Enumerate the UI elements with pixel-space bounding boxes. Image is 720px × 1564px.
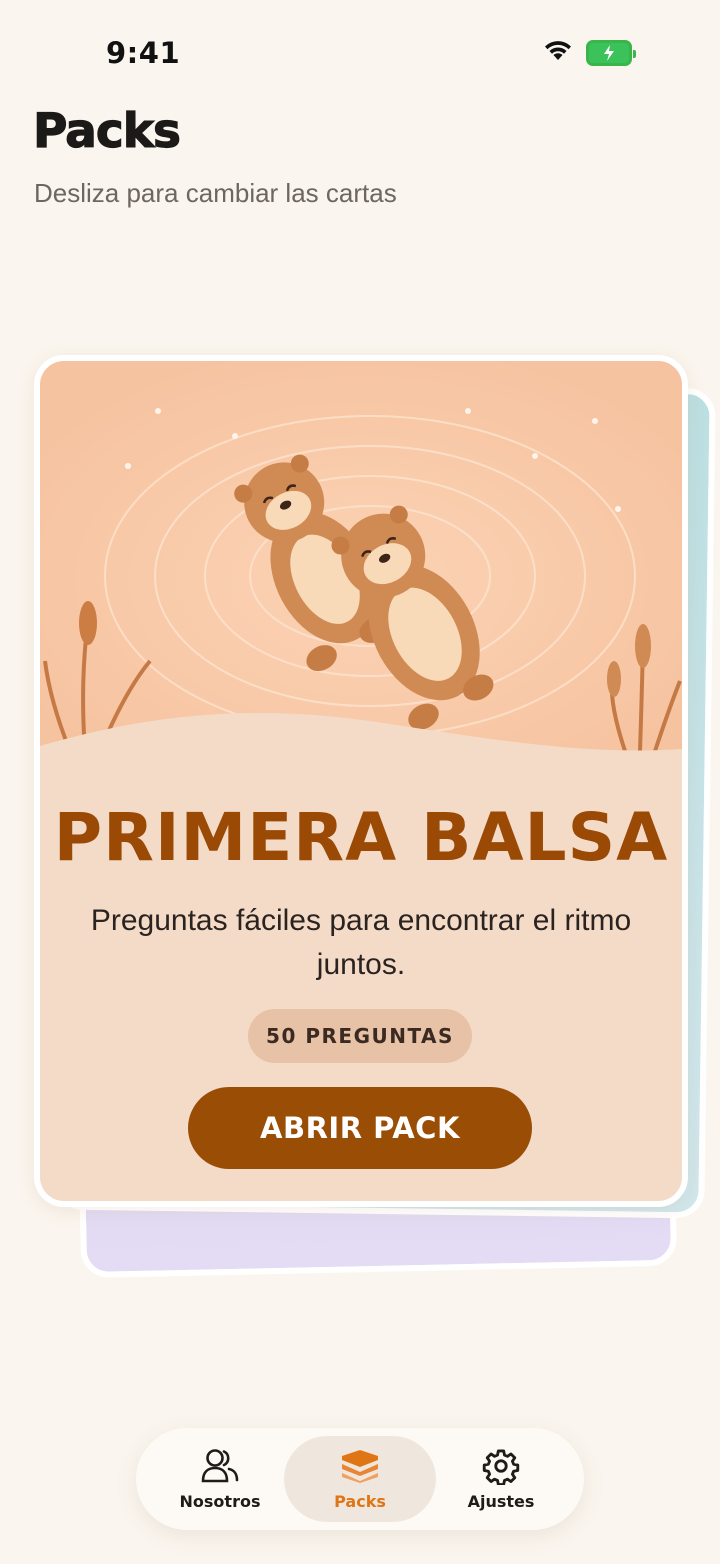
battery-charging-icon xyxy=(586,39,636,66)
open-pack-button[interactable]: ABRIR PACK xyxy=(188,1087,532,1169)
tab-bar: Nosotros Packs Ajustes xyxy=(136,1428,584,1530)
status-icons xyxy=(542,38,636,67)
gear-icon xyxy=(482,1446,520,1486)
pack-title: PRIMERA BALSA xyxy=(53,799,669,876)
tab-label: Nosotros xyxy=(179,1492,261,1511)
pack-card[interactable]: PRIMERA BALSA Preguntas fáciles para enc… xyxy=(34,355,688,1207)
two-otters-floating-icon xyxy=(40,361,682,761)
page-subtitle: Desliza para cambiar las cartas xyxy=(34,178,397,208)
tab-packs[interactable]: Packs xyxy=(284,1436,436,1522)
page-title: Packs xyxy=(32,103,181,159)
pack-description: Preguntas fáciles para encontrar el ritm… xyxy=(90,904,632,981)
status-time: 9:41 xyxy=(106,36,181,70)
question-count-badge: 50 PREGUNTAS xyxy=(248,1009,472,1063)
people-icon xyxy=(200,1446,240,1486)
tab-label: Ajustes xyxy=(467,1492,535,1511)
tab-label: Packs xyxy=(334,1492,386,1511)
packs-screen: 9:41 Packs Desliza para cambiar las cart… xyxy=(0,0,720,1564)
stack-icon xyxy=(340,1446,380,1486)
tab-nosotros[interactable]: Nosotros xyxy=(144,1436,296,1522)
wifi-icon xyxy=(542,38,574,67)
tab-ajustes[interactable]: Ajustes xyxy=(425,1436,577,1522)
